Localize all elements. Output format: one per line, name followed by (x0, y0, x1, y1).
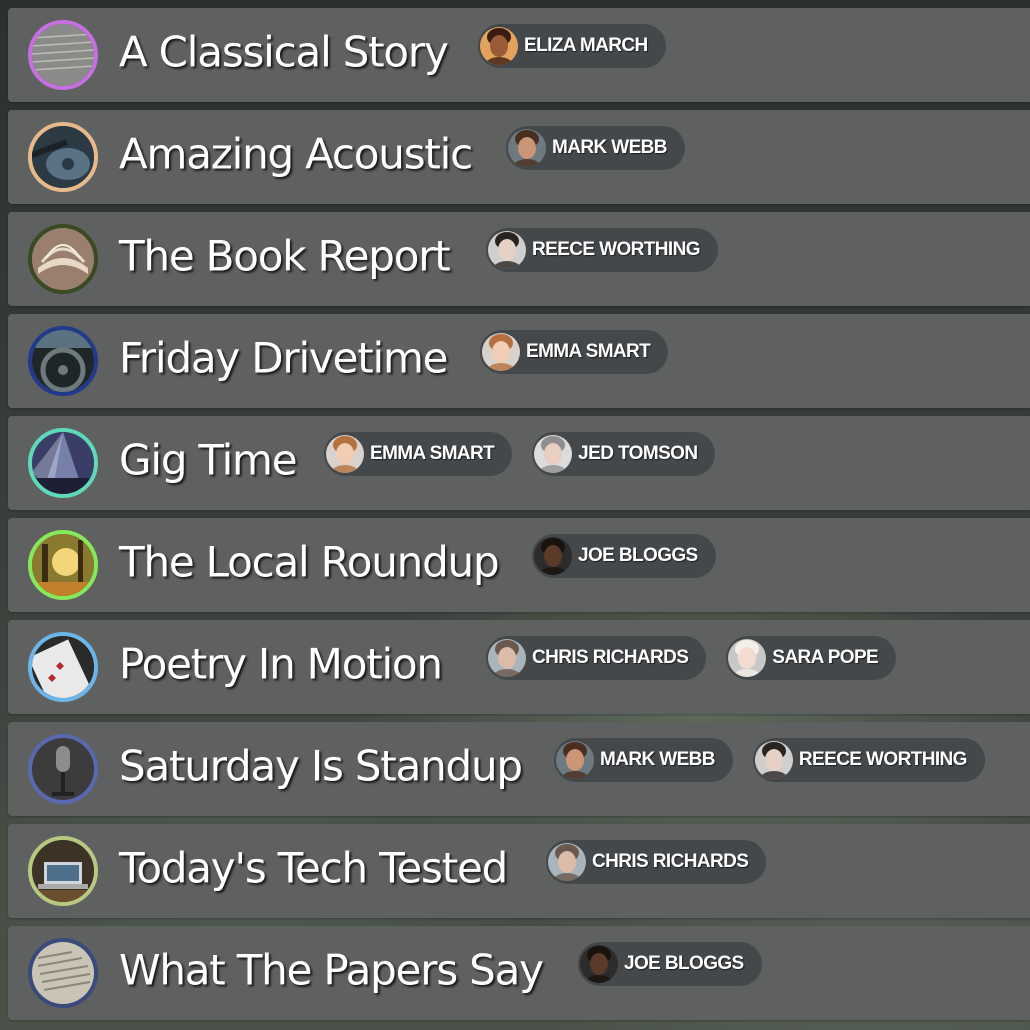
host-avatar (728, 639, 767, 677)
host-list: REECE WORTHING (486, 228, 718, 272)
laptop-icon (28, 836, 98, 906)
playing-card-icon (28, 632, 98, 702)
show-title: Today's Tech Tested (119, 843, 508, 893)
show-title: The Book Report (119, 231, 451, 281)
host-list: MARK WEBB REECE WORTHING (554, 738, 985, 782)
host-avatar (488, 231, 526, 269)
host-name: SARA POPE (772, 647, 879, 668)
host-name: REECE WORTHING (532, 239, 700, 260)
show-row[interactable]: Amazing Acoustic MARK WEBB (8, 110, 1030, 204)
host-list: ELIZA MARCH (478, 24, 666, 68)
host-avatar (548, 843, 586, 881)
host-avatar (580, 945, 618, 983)
show-row[interactable]: A Classical Story ELIZA MARCH (8, 8, 1030, 102)
host-chip[interactable]: REECE WORTHING (486, 228, 718, 272)
host-chip[interactable]: MARK WEBB (554, 738, 733, 782)
host-name: JED TOMSON (578, 443, 698, 464)
host-name: EMMA SMART (526, 341, 651, 362)
host-chip[interactable]: MARK WEBB (506, 126, 685, 170)
host-avatar (556, 741, 594, 779)
show-row[interactable]: What The Papers Say JOE BLOGGS (8, 926, 1030, 1020)
host-name: JOE BLOGGS (624, 953, 744, 974)
host-name: REECE WORTHING (798, 749, 967, 770)
host-chip[interactable]: REECE WORTHING (752, 738, 985, 782)
newspaper-icon (28, 938, 98, 1008)
host-avatar (508, 129, 546, 167)
host-chip[interactable]: JOE BLOGGS (578, 942, 762, 986)
host-list: CHRIS RICHARDS (546, 840, 767, 884)
sheet-music-icon (28, 20, 98, 90)
show-title: A Classical Story (119, 27, 449, 77)
host-name: ELIZA MARCH (524, 35, 648, 56)
show-row[interactable]: Gig Time EMMA SMART JED TOMSON (8, 416, 1030, 510)
show-row[interactable]: Saturday Is Standup MARK WEBB REECE WORTHI… (8, 722, 1030, 816)
host-list: MARK WEBB (506, 126, 685, 170)
host-avatar (326, 435, 364, 473)
show-list: A Classical Story ELIZA MARCH Amazing Acou… (8, 8, 1030, 1028)
host-list: EMMA SMART JED TOMSON (324, 432, 716, 476)
host-avatar (754, 741, 793, 779)
host-chip[interactable]: SARA POPE (726, 636, 897, 680)
host-avatar (488, 639, 526, 677)
show-row[interactable]: Friday Drivetime EMMA SMART (8, 314, 1030, 408)
host-avatar (534, 435, 573, 473)
show-row[interactable]: Today's Tech Tested CHRIS RICHARDS (8, 824, 1030, 918)
guitar-icon (28, 122, 98, 192)
show-row[interactable]: The Local Roundup JOE BLOGGS (8, 518, 1030, 612)
host-name: MARK WEBB (552, 137, 668, 158)
host-avatar (534, 537, 572, 575)
host-chip[interactable]: CHRIS RICHARDS (546, 840, 767, 884)
show-title: Saturday Is Standup (119, 741, 523, 791)
host-chip[interactable]: JOE BLOGGS (532, 534, 716, 578)
show-title: Poetry In Motion (119, 639, 443, 689)
host-chip[interactable]: CHRIS RICHARDS (486, 636, 707, 680)
show-title: Gig Time (119, 435, 298, 485)
host-avatar (482, 333, 520, 371)
host-chip[interactable]: JED TOMSON (532, 432, 716, 476)
show-row[interactable]: Poetry In Motion CHRIS RICHARDS SARA POPE (8, 620, 1030, 714)
host-name: CHRIS RICHARDS (532, 647, 689, 668)
host-list: EMMA SMART (480, 330, 669, 374)
host-list: JOE BLOGGS (578, 942, 762, 986)
show-title: What The Papers Say (119, 945, 544, 995)
host-chip[interactable]: ELIZA MARCH (478, 24, 666, 68)
concert-icon (28, 428, 98, 498)
host-name: MARK WEBB (600, 749, 716, 770)
show-title: Amazing Acoustic (119, 129, 473, 179)
host-chip[interactable]: EMMA SMART (480, 330, 669, 374)
show-title: Friday Drivetime (119, 333, 449, 383)
host-name: JOE BLOGGS (578, 545, 698, 566)
show-title: The Local Roundup (119, 537, 500, 587)
steering-wheel-icon (28, 326, 98, 396)
host-name: EMMA SMART (370, 443, 495, 464)
host-avatar (480, 27, 518, 65)
host-chip[interactable]: EMMA SMART (324, 432, 513, 476)
host-list: CHRIS RICHARDS SARA POPE (486, 636, 897, 680)
open-book-icon (28, 224, 98, 294)
host-list: JOE BLOGGS (532, 534, 716, 578)
microphone-icon (28, 734, 98, 804)
host-name: CHRIS RICHARDS (592, 851, 749, 872)
sunlit-trees-icon (28, 530, 98, 600)
show-row[interactable]: The Book Report REECE WORTHING (8, 212, 1030, 306)
